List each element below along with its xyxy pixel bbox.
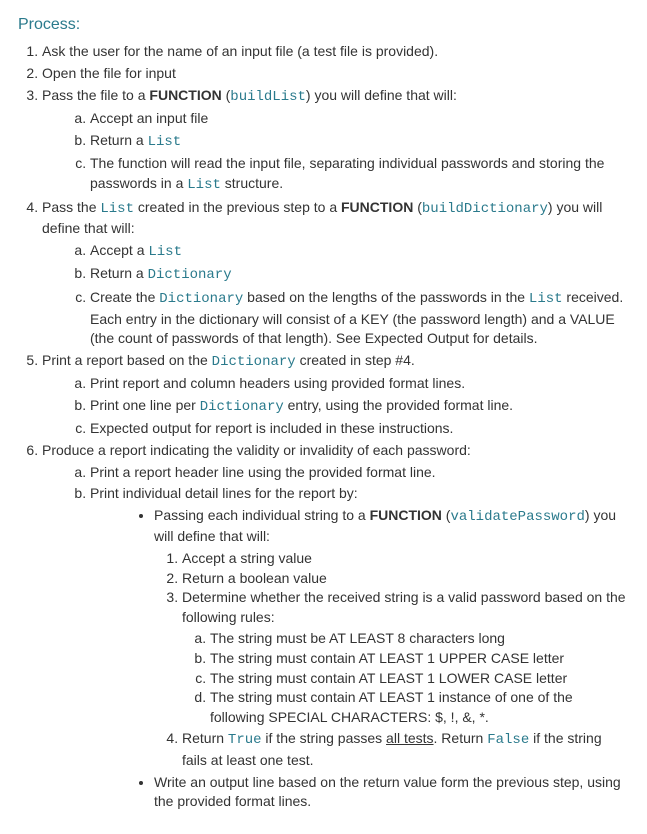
b1-4-false: False xyxy=(487,732,529,748)
b1-4-alltests: all tests xyxy=(386,730,433,746)
step-3-text-e: ) you will define that will: xyxy=(306,87,457,103)
step-3-function: FUNCTION xyxy=(149,87,221,103)
step-5b-a: Print one line per xyxy=(90,397,200,413)
step-4c-list: List xyxy=(529,291,563,307)
step-3b-a: Return a xyxy=(90,132,148,148)
step-5-dict: Dictionary xyxy=(212,354,296,370)
step-4: Pass the List created in the previous st… xyxy=(42,198,627,349)
process-list: Ask the user for the name of an input fi… xyxy=(18,42,627,811)
step-5-c: created in step #4. xyxy=(296,352,415,368)
step-3-buildlist: buildList xyxy=(230,89,306,105)
step-4b-dict: Dictionary xyxy=(148,267,232,283)
step-4-c: created in the previous step to a xyxy=(134,199,341,215)
b1-4-c: if the string passes xyxy=(262,730,387,746)
b1-4-true: True xyxy=(228,732,262,748)
rule-d: The string must contain AT LEAST 1 insta… xyxy=(210,688,627,727)
step-4a: Accept a List xyxy=(90,241,627,263)
step-6b: Print individual detail lines for the re… xyxy=(90,484,627,812)
step-3b-list: List xyxy=(148,134,182,150)
rule-b: The string must contain AT LEAST 1 UPPER… xyxy=(210,649,627,669)
step-5: Print a report based on the Dictionary c… xyxy=(42,351,627,439)
step-5-sublist: Print report and column headers using pr… xyxy=(42,374,627,439)
step-6a: Print a report header line using the pro… xyxy=(90,463,627,483)
b1-2: Return a boolean value xyxy=(182,569,627,589)
step-3: Pass the file to a FUNCTION (buildList) … xyxy=(42,86,627,196)
bullet-1-a: Passing each individual string to a xyxy=(154,507,370,523)
step-4b: Return a Dictionary xyxy=(90,264,627,286)
b1-3-rules: The string must be AT LEAST 8 characters… xyxy=(182,629,627,727)
step-5b-c: entry, using the provided format line. xyxy=(284,397,513,413)
step-6: Produce a report indicating the validity… xyxy=(42,441,627,812)
step-6-text: Produce a report indicating the validity… xyxy=(42,442,471,458)
step-3-text-a: Pass the file to a xyxy=(42,87,149,103)
step-5-a: Print a report based on the xyxy=(42,352,212,368)
step-3c-c: structure. xyxy=(221,175,283,191)
bullet-1-steps: Accept a string value Return a boolean v… xyxy=(154,549,627,771)
step-6-sublist: Print a report header line using the pro… xyxy=(42,463,627,812)
step-4c: Create the Dictionary based on the lengt… xyxy=(90,288,627,349)
b1-1: Accept a string value xyxy=(182,549,627,569)
bullet-1-validate: validatePassword xyxy=(450,509,584,525)
step-5c: Expected output for report is included i… xyxy=(90,419,627,439)
b1-4-a: Return xyxy=(182,730,228,746)
step-4a-list: List xyxy=(148,244,182,260)
step-4c-a: Create the xyxy=(90,289,159,305)
b1-3-text: Determine whether the received string is… xyxy=(182,589,626,625)
b1-3: Determine whether the received string is… xyxy=(182,588,627,727)
step-2: Open the file for input xyxy=(42,64,627,84)
step-4-e: ( xyxy=(413,199,422,215)
step-6b-text: Print individual detail lines for the re… xyxy=(90,485,358,501)
bullet-2: Write an output line based on the return… xyxy=(154,773,627,812)
step-5a: Print report and column headers using pr… xyxy=(90,374,627,394)
step-4-list: List xyxy=(100,201,134,217)
step-3b: Return a List xyxy=(90,131,627,153)
step-4c-c: based on the lengths of the passwords in… xyxy=(243,289,529,305)
b1-4-e: . Return xyxy=(434,730,488,746)
step-3c-list: List xyxy=(187,177,221,193)
bullet-1: Passing each individual string to a FUNC… xyxy=(154,506,627,771)
step-4-builddict: buildDictionary xyxy=(422,201,548,217)
step-3c-a: The function will read the input file, s… xyxy=(90,155,604,191)
step-4a-a: Accept a xyxy=(90,242,148,258)
step-4-function: FUNCTION xyxy=(341,199,413,215)
rule-c: The string must contain AT LEAST 1 LOWER… xyxy=(210,669,627,689)
step-3-text-c: ( xyxy=(222,87,231,103)
step-4-sublist: Accept a List Return a Dictionary Create… xyxy=(42,241,627,349)
step-4c-dict: Dictionary xyxy=(159,291,243,307)
process-heading: Process: xyxy=(18,14,627,36)
step-6b-bullets: Passing each individual string to a FUNC… xyxy=(90,506,627,812)
step-5b: Print one line per Dictionary entry, usi… xyxy=(90,396,627,418)
step-3-sublist: Accept an input file Return a List The f… xyxy=(42,109,627,195)
b1-4: Return True if the string passes all tes… xyxy=(182,729,627,770)
bullet-1-function: FUNCTION xyxy=(370,507,442,523)
step-3a: Accept an input file xyxy=(90,109,627,129)
step-3c: The function will read the input file, s… xyxy=(90,154,627,195)
step-4b-a: Return a xyxy=(90,265,148,281)
rule-a: The string must be AT LEAST 8 characters… xyxy=(210,629,627,649)
step-5b-dict: Dictionary xyxy=(200,399,284,415)
step-1: Ask the user for the name of an input fi… xyxy=(42,42,627,62)
step-4-a: Pass the xyxy=(42,199,100,215)
